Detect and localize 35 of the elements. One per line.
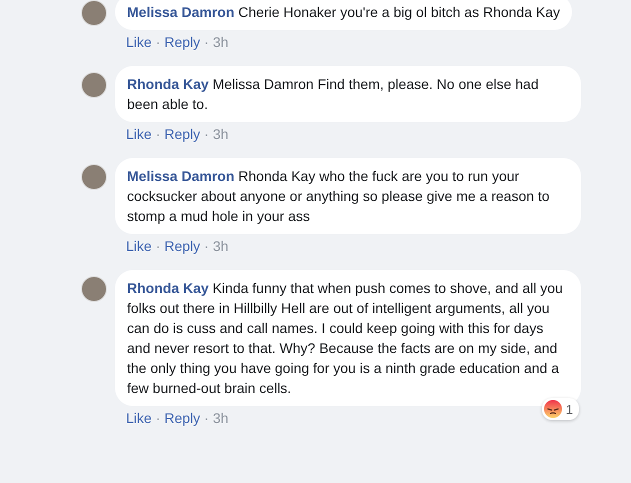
action-link[interactable]: Like: [126, 410, 152, 426]
separator: ·: [156, 238, 160, 254]
action-link[interactable]: Reply: [164, 126, 200, 142]
separator: ·: [204, 34, 209, 50]
avatar[interactable]: [81, 72, 107, 98]
action-link[interactable]: Reply: [164, 410, 200, 426]
timestamp: 3h: [212, 238, 228, 254]
timestamp: 3h: [212, 34, 228, 50]
action-link[interactable]: Like: [126, 34, 152, 50]
timestamp: 3h: [212, 410, 228, 426]
author-link[interactable]: Melissa Damron: [127, 4, 234, 20]
separator: ·: [156, 34, 160, 50]
reaction-count: 1: [566, 402, 573, 416]
action-link[interactable]: Reply: [164, 34, 200, 50]
author-link[interactable]: Melissa Damron: [127, 168, 234, 184]
action-link[interactable]: Like: [126, 238, 152, 254]
reaction-badge[interactable]: 1: [542, 398, 579, 420]
author-link[interactable]: Rhonda Kay: [127, 280, 209, 296]
separator: ·: [204, 126, 209, 142]
timestamp: 3h: [212, 126, 228, 142]
separator: ·: [204, 410, 209, 426]
action-link[interactable]: Reply: [164, 238, 200, 254]
avatar[interactable]: [81, 276, 107, 302]
comment-text: Rhonda Kay Kinda funny that when push comes to shove, and all you folks out there in Hillbilly Hell are out of intelligent arguments, all you can do is cuss and call names. I could keep going with this for days and never resort to that. Why? Because the facts are on my side, and the only thing you have going for you is a ninth grade education and a few burned-out brain cells.: [127, 279, 564, 398]
avatar[interactable]: [81, 164, 107, 190]
separator: ·: [156, 410, 160, 426]
comment-text: Melissa Damron Rhonda Kay who the fuck are you to run your cocksucker about anyone or anything so please give me a reason to stomp a mud hole in your ass: [127, 167, 551, 226]
separator: ·: [156, 126, 160, 142]
comment-text: Rhonda Kay Melissa Damron Find them, please. No one else had been able to.: [127, 75, 540, 114]
comment-text: Melissa Damron Cherie Honaker you're a big ol bitch as Rhonda Kay: [127, 3, 560, 22]
author-link[interactable]: Rhonda Kay: [127, 76, 209, 92]
avatar[interactable]: [81, 0, 107, 26]
angry-face-icon: [544, 400, 562, 418]
separator: ·: [204, 238, 209, 254]
action-link[interactable]: Like: [126, 126, 152, 142]
